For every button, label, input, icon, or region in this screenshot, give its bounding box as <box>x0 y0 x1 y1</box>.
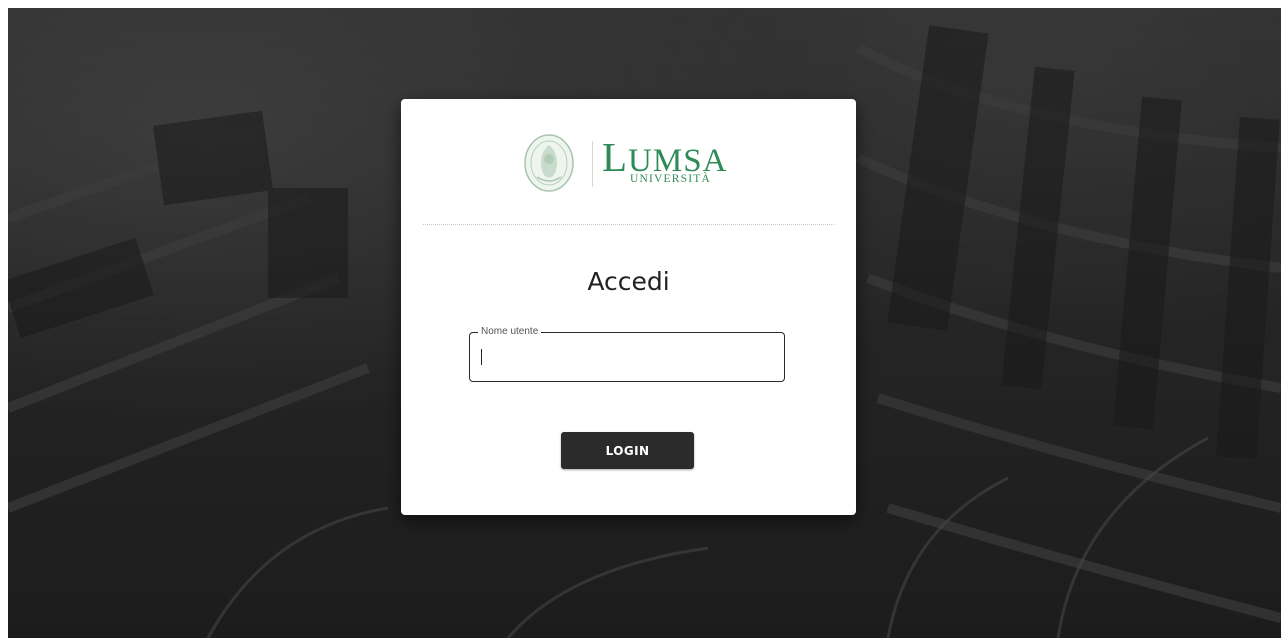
logo-wordmark: LUMSA <box>602 137 727 178</box>
text-cursor <box>481 349 482 365</box>
login-title: Accedi <box>587 267 670 296</box>
university-seal-icon <box>524 134 574 192</box>
username-field[interactable]: Nome utente <box>469 325 785 382</box>
logo-wordmark-initial: L <box>602 134 629 180</box>
username-label: Nome utente <box>478 325 542 339</box>
card-separator <box>423 224 834 225</box>
login-page: LUMSA UNIVERSITÀ Accedi Nome utente LOGI… <box>8 8 1281 638</box>
lumsa-logo: LUMSA UNIVERSITÀ <box>519 127 749 197</box>
login-button[interactable]: LOGIN <box>561 432 694 469</box>
login-card: LUMSA UNIVERSITÀ Accedi Nome utente LOGI… <box>401 99 856 515</box>
logo-subtitle: UNIVERSITÀ <box>630 173 711 185</box>
logo-divider <box>592 141 593 187</box>
username-input[interactable] <box>478 347 768 367</box>
